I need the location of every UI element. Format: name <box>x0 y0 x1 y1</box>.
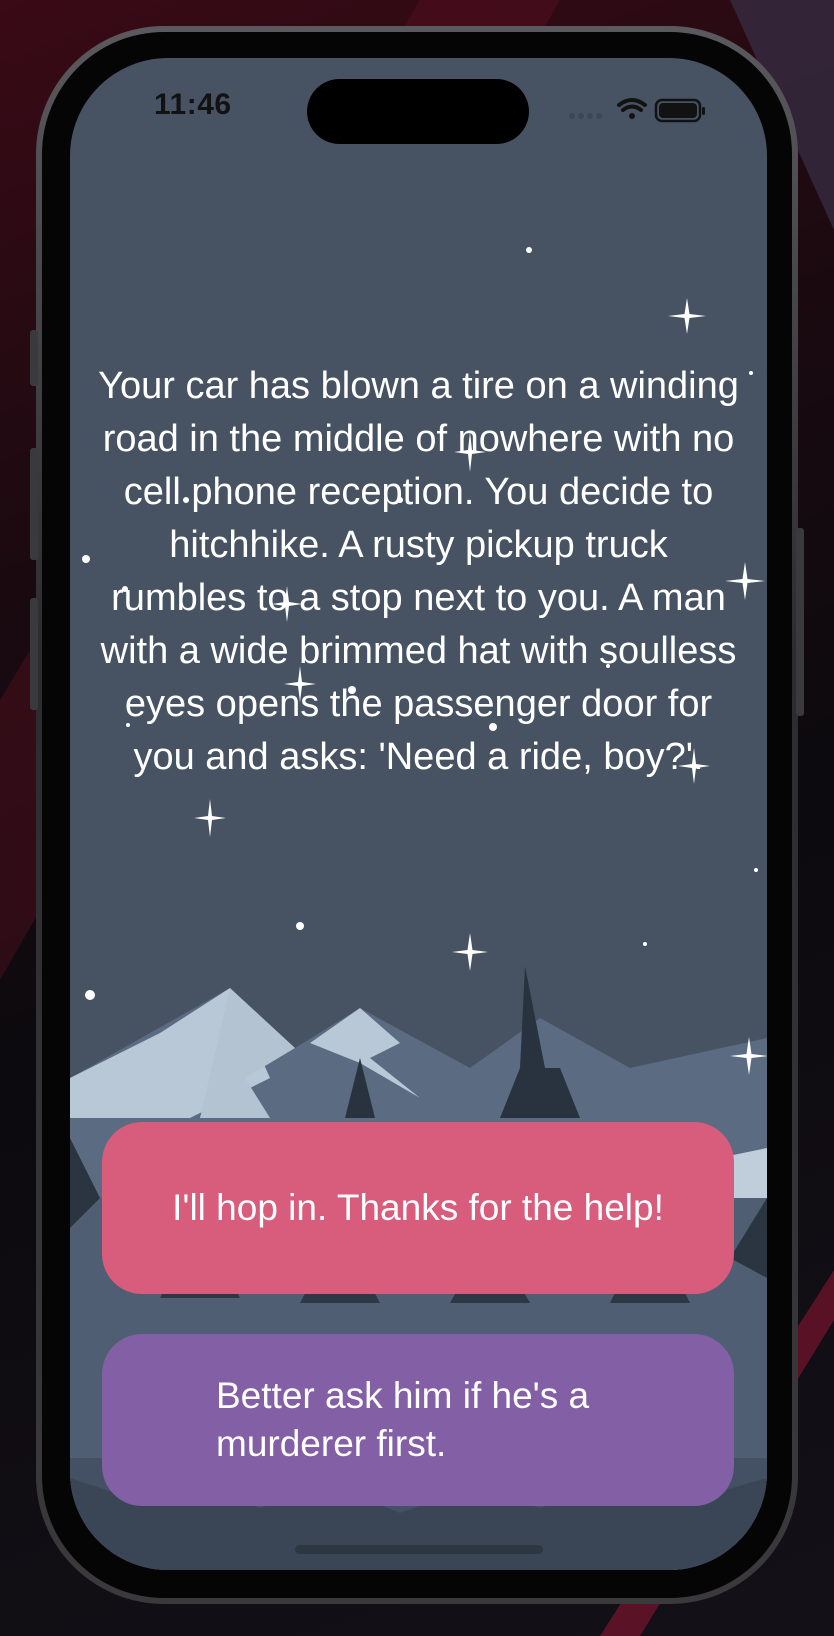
dynamic-island <box>307 79 529 144</box>
home-indicator[interactable] <box>295 1545 543 1554</box>
star <box>82 555 90 563</box>
power-button <box>796 528 804 716</box>
cellular-icon <box>569 113 602 119</box>
wifi-icon <box>617 98 647 119</box>
story-text: Your car has blown a tire on a winding r… <box>98 365 739 778</box>
choice-label: Better ask him if he's a murderer first. <box>216 1375 590 1464</box>
status-icons <box>569 98 705 123</box>
app-screen: 11:46 Your car has blown a tire on a win… <box>70 58 767 1570</box>
choice-label: I'll hop in. Thanks for the help! <box>172 1187 664 1228</box>
status-time: 11:46 <box>154 88 232 121</box>
star <box>749 371 753 375</box>
volume-down-button <box>30 598 38 710</box>
choice-button-hop-in[interactable]: I'll hop in. Thanks for the help! <box>102 1122 734 1294</box>
choice-button-ask-murderer[interactable]: Better ask him if he's a murderer first. <box>102 1334 734 1506</box>
star <box>754 868 758 872</box>
star <box>85 990 95 1000</box>
star <box>526 247 532 253</box>
battery-icon <box>654 98 705 123</box>
star <box>643 942 647 946</box>
star <box>296 922 304 930</box>
volume-up-button <box>30 448 38 560</box>
action-button <box>30 330 38 386</box>
